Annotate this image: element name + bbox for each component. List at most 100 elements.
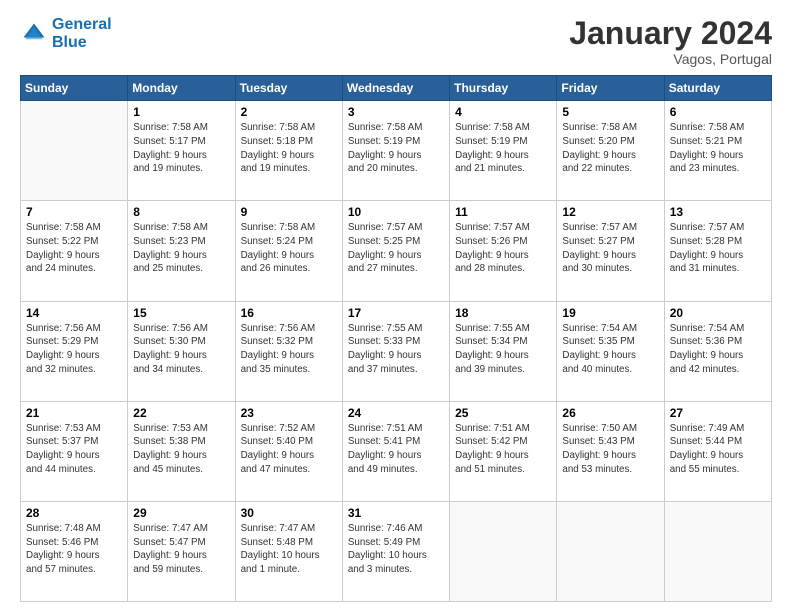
day-info: Sunrise: 7:58 AM Sunset: 5:19 PM Dayligh… (348, 121, 444, 176)
title-block: January 2024 Vagos, Portugal (569, 16, 772, 67)
day-info: Sunrise: 7:58 AM Sunset: 5:20 PM Dayligh… (562, 121, 658, 176)
day-number: 13 (670, 205, 766, 219)
calendar-day-header: Saturday (664, 76, 771, 101)
day-number: 24 (348, 406, 444, 420)
calendar-cell: 8 Sunrise: 7:58 AM Sunset: 5:23 PM Daylig… (128, 201, 235, 301)
calendar-cell: 23 Sunrise: 7:52 AM Sunset: 5:40 PM Dayli… (235, 401, 342, 501)
day-number: 25 (455, 406, 551, 420)
calendar-cell: 21 Sunrise: 7:53 AM Sunset: 5:37 PM Dayli… (21, 401, 128, 501)
day-info: Sunrise: 7:56 AM Sunset: 5:32 PM Dayligh… (241, 322, 337, 377)
day-number: 16 (241, 306, 337, 320)
day-info: Sunrise: 7:47 AM Sunset: 5:47 PM Dayligh… (133, 522, 229, 577)
day-number: 3 (348, 105, 444, 119)
calendar-cell: 14Sunrise: 7:56 AM Sunset: 5:29 PM Dayli… (21, 301, 128, 401)
day-number: 2 (241, 105, 337, 119)
day-number: 31 (348, 506, 444, 520)
day-info: Sunrise: 7:57 AM Sunset: 5:25 PM Dayligh… (348, 221, 444, 276)
calendar-cell: 18Sunrise: 7:55 AM Sunset: 5:34 PM Dayli… (450, 301, 557, 401)
day-number: 29 (133, 506, 229, 520)
logo-text: General Blue (52, 16, 112, 52)
calendar-header-row: SundayMondayTuesdayWednesdayThursdayFrid… (21, 76, 772, 101)
calendar-cell (21, 101, 128, 201)
day-number: 9 (241, 205, 337, 219)
day-info: Sunrise: 7:56 AM Sunset: 5:30 PM Dayligh… (133, 322, 229, 377)
day-info: Sunrise: 7:58 AM Sunset: 5:19 PM Dayligh… (455, 121, 551, 176)
calendar-cell: 20 Sunrise: 7:54 AM Sunset: 5:36 PM Dayli… (664, 301, 771, 401)
day-number: 22 (133, 406, 229, 420)
calendar-day-header: Monday (128, 76, 235, 101)
week-row: 7 Sunrise: 7:58 AM Sunset: 5:22 PM Daylig… (21, 201, 772, 301)
calendar-cell: 16 Sunrise: 7:56 AM Sunset: 5:32 PM Dayli… (235, 301, 342, 401)
day-info: Sunrise: 7:58 AM Sunset: 5:23 PM Dayligh… (133, 221, 229, 276)
calendar-cell: 7 Sunrise: 7:58 AM Sunset: 5:22 PM Daylig… (21, 201, 128, 301)
day-number: 23 (241, 406, 337, 420)
calendar-cell: 29 Sunrise: 7:47 AM Sunset: 5:47 PM Dayli… (128, 501, 235, 601)
day-info: Sunrise: 7:48 AM Sunset: 5:46 PM Dayligh… (26, 522, 122, 577)
day-number: 6 (670, 105, 766, 119)
calendar-cell: 28Sunrise: 7:48 AM Sunset: 5:46 PM Dayli… (21, 501, 128, 601)
week-row: 14Sunrise: 7:56 AM Sunset: 5:29 PM Dayli… (21, 301, 772, 401)
day-info: Sunrise: 7:53 AM Sunset: 5:38 PM Dayligh… (133, 422, 229, 477)
day-info: Sunrise: 7:55 AM Sunset: 5:34 PM Dayligh… (455, 322, 551, 377)
calendar-cell: 17 Sunrise: 7:55 AM Sunset: 5:33 PM Dayli… (342, 301, 449, 401)
day-info: Sunrise: 7:54 AM Sunset: 5:36 PM Dayligh… (670, 322, 766, 377)
calendar-cell: 2Sunrise: 7:58 AM Sunset: 5:18 PM Daylig… (235, 101, 342, 201)
logo-icon (20, 20, 48, 48)
day-number: 19 (562, 306, 658, 320)
calendar-cell: 30Sunrise: 7:47 AM Sunset: 5:48 PM Dayli… (235, 501, 342, 601)
calendar-cell: 1Sunrise: 7:58 AM Sunset: 5:17 PM Daylig… (128, 101, 235, 201)
day-number: 15 (133, 306, 229, 320)
calendar-cell: 4 Sunrise: 7:58 AM Sunset: 5:19 PM Daylig… (450, 101, 557, 201)
calendar-cell: 6Sunrise: 7:58 AM Sunset: 5:21 PM Daylig… (664, 101, 771, 201)
day-info: Sunrise: 7:55 AM Sunset: 5:33 PM Dayligh… (348, 322, 444, 377)
calendar-day-header: Friday (557, 76, 664, 101)
page: General Blue January 2024 Vagos, Portuga… (0, 0, 792, 612)
day-number: 4 (455, 105, 551, 119)
week-row: 21 Sunrise: 7:53 AM Sunset: 5:37 PM Dayli… (21, 401, 772, 501)
calendar-cell: 12 Sunrise: 7:57 AM Sunset: 5:27 PM Dayli… (557, 201, 664, 301)
calendar-day-header: Wednesday (342, 76, 449, 101)
calendar-cell: 3 Sunrise: 7:58 AM Sunset: 5:19 PM Daylig… (342, 101, 449, 201)
day-number: 12 (562, 205, 658, 219)
day-info: Sunrise: 7:57 AM Sunset: 5:28 PM Dayligh… (670, 221, 766, 276)
calendar-day-header: Sunday (21, 76, 128, 101)
calendar-cell: 25 Sunrise: 7:51 AM Sunset: 5:42 PM Dayli… (450, 401, 557, 501)
calendar-cell: 31Sunrise: 7:46 AM Sunset: 5:49 PM Dayli… (342, 501, 449, 601)
day-info: Sunrise: 7:57 AM Sunset: 5:27 PM Dayligh… (562, 221, 658, 276)
day-info: Sunrise: 7:50 AM Sunset: 5:43 PM Dayligh… (562, 422, 658, 477)
day-number: 14 (26, 306, 122, 320)
calendar-cell: 10Sunrise: 7:57 AM Sunset: 5:25 PM Dayli… (342, 201, 449, 301)
calendar-cell: 22 Sunrise: 7:53 AM Sunset: 5:38 PM Dayli… (128, 401, 235, 501)
logo: General Blue (20, 16, 112, 52)
day-info: Sunrise: 7:57 AM Sunset: 5:26 PM Dayligh… (455, 221, 551, 276)
calendar-cell: 9Sunrise: 7:58 AM Sunset: 5:24 PM Daylig… (235, 201, 342, 301)
day-number: 5 (562, 105, 658, 119)
calendar-table: SundayMondayTuesdayWednesdayThursdayFrid… (20, 75, 772, 602)
week-row: 1Sunrise: 7:58 AM Sunset: 5:17 PM Daylig… (21, 101, 772, 201)
day-number: 21 (26, 406, 122, 420)
day-info: Sunrise: 7:53 AM Sunset: 5:37 PM Dayligh… (26, 422, 122, 477)
calendar-cell: 13 Sunrise: 7:57 AM Sunset: 5:28 PM Dayli… (664, 201, 771, 301)
day-info: Sunrise: 7:52 AM Sunset: 5:40 PM Dayligh… (241, 422, 337, 477)
calendar-cell: 26Sunrise: 7:50 AM Sunset: 5:43 PM Dayli… (557, 401, 664, 501)
calendar-day-header: Tuesday (235, 76, 342, 101)
day-info: Sunrise: 7:51 AM Sunset: 5:42 PM Dayligh… (455, 422, 551, 477)
calendar-cell: 5 Sunrise: 7:58 AM Sunset: 5:20 PM Daylig… (557, 101, 664, 201)
header: General Blue January 2024 Vagos, Portuga… (20, 16, 772, 67)
subtitle: Vagos, Portugal (569, 51, 772, 67)
day-info: Sunrise: 7:58 AM Sunset: 5:22 PM Dayligh… (26, 221, 122, 276)
day-number: 7 (26, 205, 122, 219)
day-info: Sunrise: 7:51 AM Sunset: 5:41 PM Dayligh… (348, 422, 444, 477)
day-info: Sunrise: 7:47 AM Sunset: 5:48 PM Dayligh… (241, 522, 337, 577)
day-number: 1 (133, 105, 229, 119)
day-number: 17 (348, 306, 444, 320)
day-number: 20 (670, 306, 766, 320)
calendar-cell: 27Sunrise: 7:49 AM Sunset: 5:44 PM Dayli… (664, 401, 771, 501)
day-number: 8 (133, 205, 229, 219)
calendar-day-header: Thursday (450, 76, 557, 101)
calendar-cell: 24 Sunrise: 7:51 AM Sunset: 5:41 PM Dayli… (342, 401, 449, 501)
calendar-cell (664, 501, 771, 601)
calendar-cell: 15 Sunrise: 7:56 AM Sunset: 5:30 PM Dayli… (128, 301, 235, 401)
day-number: 11 (455, 205, 551, 219)
calendar-cell (557, 501, 664, 601)
